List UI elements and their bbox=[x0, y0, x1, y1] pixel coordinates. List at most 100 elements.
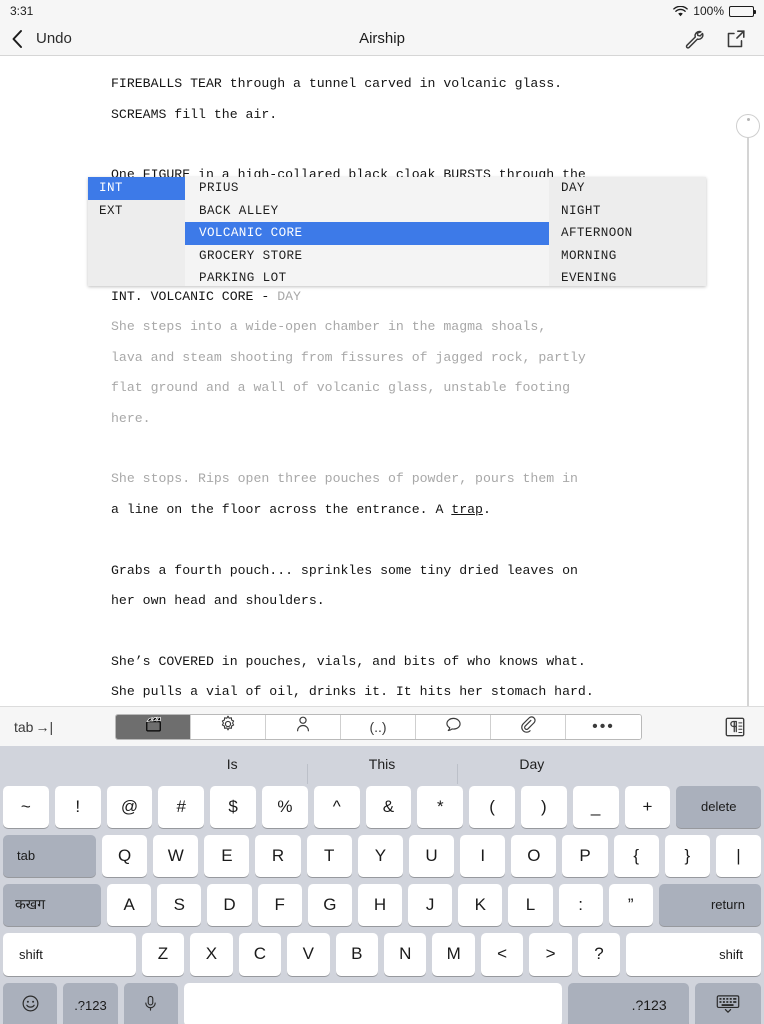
scene-heading-button[interactable] bbox=[116, 714, 191, 739]
dropdown-item-evening[interactable]: EVENING bbox=[549, 267, 706, 286]
paragraph-formatting-icon[interactable] bbox=[722, 714, 748, 740]
predictive-text-bar[interactable]: Is This Day bbox=[0, 746, 764, 784]
key-s[interactable]: S bbox=[157, 883, 202, 926]
key-underscore[interactable]: _ bbox=[572, 785, 619, 828]
int-ext-column[interactable]: INT EXT bbox=[88, 177, 185, 286]
key-q[interactable]: Q bbox=[102, 834, 148, 877]
prediction-3[interactable]: Day bbox=[456, 756, 607, 784]
key-o[interactable]: O bbox=[511, 834, 557, 877]
dropdown-item-prius[interactable]: PRIUS bbox=[185, 177, 549, 200]
key-p[interactable]: P bbox=[562, 834, 608, 877]
dropdown-item-day[interactable]: DAY bbox=[549, 177, 706, 200]
key-w[interactable]: W bbox=[153, 834, 199, 877]
parenthetical-button[interactable]: (..) bbox=[341, 714, 416, 739]
key-x[interactable]: X bbox=[190, 932, 233, 976]
dropdown-item-ext[interactable]: EXT bbox=[88, 200, 185, 223]
key-quote[interactable]: ” bbox=[608, 883, 653, 926]
screenplay-document[interactable]: FIREBALLS TEAR through a tunnel carved i… bbox=[0, 56, 764, 706]
key-less-than[interactable]: < bbox=[480, 932, 524, 976]
key-dictation[interactable] bbox=[123, 983, 178, 1024]
key-exclamation[interactable]: ! bbox=[54, 785, 101, 828]
key-language-switch[interactable]: कखग bbox=[3, 883, 102, 926]
key-e[interactable]: E bbox=[204, 834, 250, 877]
key-brace-open[interactable]: { bbox=[613, 834, 659, 877]
key-l[interactable]: L bbox=[508, 883, 553, 926]
key-colon[interactable]: : bbox=[558, 883, 603, 926]
scene-heading-autocomplete[interactable]: INT EXT PRIUS BACK ALLEY VOLCANIC CORE G… bbox=[88, 177, 706, 286]
key-r[interactable]: R bbox=[255, 834, 301, 877]
key-numeric-right[interactable]: .?123 bbox=[568, 983, 689, 1024]
key-d[interactable]: D bbox=[207, 883, 252, 926]
key-m[interactable]: M bbox=[432, 932, 475, 976]
time-of-day-column[interactable]: DAY NIGHT AFTERNOON MORNING EVENING bbox=[549, 177, 706, 286]
chevron-left-icon[interactable] bbox=[8, 28, 26, 50]
key-ampersand[interactable]: & bbox=[365, 785, 412, 828]
key-tilde[interactable]: ~ bbox=[3, 785, 49, 828]
key-c[interactable]: C bbox=[238, 932, 282, 976]
character-button[interactable] bbox=[266, 714, 341, 739]
scroll-indicator-knob[interactable] bbox=[736, 114, 760, 138]
key-hide-keyboard[interactable] bbox=[694, 983, 762, 1024]
key-i[interactable]: I bbox=[460, 834, 506, 877]
key-delete[interactable]: delete bbox=[676, 785, 762, 828]
script-link-trap[interactable]: trap bbox=[451, 502, 483, 517]
dropdown-item-grocery-store[interactable]: GROCERY STORE bbox=[185, 245, 549, 268]
key-percent[interactable]: % bbox=[261, 785, 308, 828]
key-greater-than[interactable]: > bbox=[529, 932, 572, 976]
key-shift-right[interactable]: shift bbox=[626, 932, 761, 976]
key-space[interactable] bbox=[183, 983, 563, 1024]
dropdown-item-morning[interactable]: MORNING bbox=[549, 245, 706, 268]
prediction-2[interactable]: This bbox=[307, 756, 457, 784]
dropdown-item-night[interactable]: NIGHT bbox=[549, 200, 706, 223]
key-b[interactable]: B bbox=[335, 932, 378, 976]
undo-button[interactable]: Undo bbox=[36, 30, 72, 47]
key-v[interactable]: V bbox=[287, 932, 330, 976]
location-column[interactable]: PRIUS BACK ALLEY VOLCANIC CORE GROCERY S… bbox=[185, 177, 549, 286]
key-k[interactable]: K bbox=[458, 883, 503, 926]
key-asterisk[interactable]: * bbox=[417, 785, 464, 828]
share-export-icon[interactable] bbox=[724, 27, 748, 51]
key-caret[interactable]: ^ bbox=[313, 785, 360, 828]
dialogue-button[interactable] bbox=[416, 714, 491, 739]
element-type-segmented-control[interactable]: (..) ••• bbox=[115, 713, 642, 740]
key-pipe[interactable]: | bbox=[715, 834, 762, 877]
key-paren-close[interactable]: ) bbox=[520, 785, 567, 828]
key-g[interactable]: G bbox=[307, 883, 352, 926]
key-emoji[interactable] bbox=[3, 983, 58, 1024]
key-h[interactable]: H bbox=[357, 883, 403, 926]
more-button[interactable]: ••• bbox=[566, 714, 641, 739]
key-shift-left[interactable]: shift bbox=[3, 932, 136, 976]
action-settings-button[interactable] bbox=[191, 714, 266, 739]
key-a[interactable]: A bbox=[107, 883, 152, 926]
key-y[interactable]: Y bbox=[357, 834, 403, 877]
dropdown-item-back-alley[interactable]: BACK ALLEY bbox=[185, 200, 549, 223]
key-plus[interactable]: + bbox=[624, 785, 671, 828]
on-screen-keyboard[interactable]: Is This Day ~ ! @ # $ % ^ & * ( ) _ + de… bbox=[0, 746, 764, 1024]
key-paren-open[interactable]: ( bbox=[469, 785, 515, 828]
key-question[interactable]: ? bbox=[577, 932, 621, 976]
dropdown-item-volcanic-core[interactable]: VOLCANIC CORE bbox=[185, 222, 549, 245]
key-return[interactable]: return bbox=[658, 883, 761, 926]
key-f[interactable]: F bbox=[257, 883, 302, 926]
key-j[interactable]: J bbox=[408, 883, 453, 926]
dropdown-item-parking-lot[interactable]: PARKING LOT bbox=[185, 267, 549, 286]
script-text[interactable]: FIREBALLS TEAR through a tunnel carved i… bbox=[0, 56, 764, 706]
key-u[interactable]: U bbox=[408, 834, 455, 877]
gear-icon bbox=[219, 715, 237, 738]
dropdown-item-int[interactable]: INT bbox=[88, 177, 185, 200]
key-dollar[interactable]: $ bbox=[210, 785, 256, 828]
prediction-1[interactable]: Is bbox=[157, 756, 307, 772]
key-hash[interactable]: # bbox=[158, 785, 205, 828]
key-z[interactable]: Z bbox=[141, 932, 185, 976]
dropdown-item-afternoon[interactable]: AFTERNOON bbox=[549, 222, 706, 245]
scrollbar-track[interactable] bbox=[747, 114, 749, 706]
keyboard-row-shift: shift Z X C V B N M < > ? shift bbox=[0, 929, 764, 979]
key-tab[interactable]: tab bbox=[3, 834, 97, 877]
key-n[interactable]: N bbox=[384, 932, 427, 976]
key-brace-close[interactable]: } bbox=[664, 834, 710, 877]
link-button[interactable] bbox=[491, 714, 566, 739]
wrench-icon[interactable] bbox=[682, 27, 706, 51]
key-t[interactable]: T bbox=[306, 834, 352, 877]
key-numeric-left[interactable]: .?123 bbox=[63, 983, 118, 1024]
key-at[interactable]: @ bbox=[106, 785, 153, 828]
